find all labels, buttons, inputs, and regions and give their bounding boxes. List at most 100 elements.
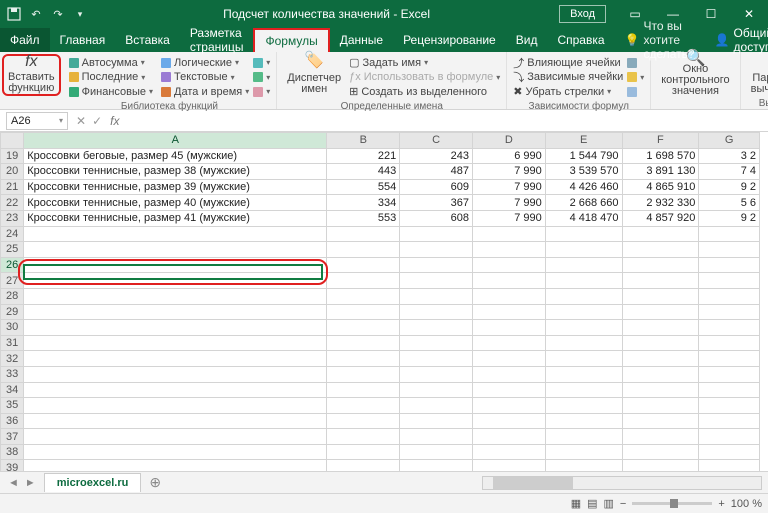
cell[interactable] <box>24 304 327 320</box>
cell[interactable] <box>545 304 622 320</box>
recent-button[interactable]: Последние▾ <box>69 71 153 85</box>
col-header-B[interactable]: B <box>327 133 400 149</box>
tab-page-layout[interactable]: Разметка страницы <box>180 28 254 52</box>
cell[interactable]: 3 2 <box>699 148 760 164</box>
cell[interactable] <box>699 382 760 398</box>
cell[interactable] <box>327 304 400 320</box>
cell[interactable] <box>472 351 545 367</box>
cell[interactable]: Кроссовки теннисные, размер 38 (мужские) <box>24 164 327 180</box>
cell[interactable]: 487 <box>400 164 473 180</box>
row-header[interactable]: 38 <box>1 444 24 460</box>
enter-icon[interactable]: ✓ <box>92 114 102 128</box>
cell[interactable] <box>699 429 760 445</box>
cell[interactable]: 3 539 570 <box>545 164 622 180</box>
tab-home[interactable]: Главная <box>50 28 116 52</box>
cell[interactable]: 7 990 <box>472 179 545 195</box>
financial-button[interactable]: Финансовые▾ <box>69 85 153 99</box>
save-icon[interactable] <box>6 6 22 22</box>
logical-button[interactable]: Логические▾ <box>161 56 249 70</box>
cell[interactable] <box>327 413 400 429</box>
cell[interactable] <box>400 273 473 289</box>
cell[interactable] <box>545 320 622 336</box>
cell[interactable] <box>400 413 473 429</box>
cell[interactable]: 221 <box>327 148 400 164</box>
datetime-button[interactable]: Дата и время▾ <box>161 85 249 99</box>
cell[interactable]: 553 <box>327 210 400 226</box>
cell[interactable] <box>699 288 760 304</box>
row-header[interactable]: 37 <box>1 429 24 445</box>
cell[interactable] <box>24 444 327 460</box>
cell[interactable]: 7 990 <box>472 164 545 180</box>
cell[interactable]: 443 <box>327 164 400 180</box>
cell[interactable] <box>472 335 545 351</box>
cell[interactable] <box>472 273 545 289</box>
cell[interactable]: Кроссовки беговые, размер 45 (мужские) <box>24 148 327 164</box>
cell[interactable] <box>24 288 327 304</box>
cell[interactable] <box>400 288 473 304</box>
close-icon[interactable]: ✕ <box>730 0 768 28</box>
create-from-selection-button[interactable]: ⊞Создать из выделенного <box>349 85 500 99</box>
cell[interactable] <box>699 320 760 336</box>
cell[interactable]: 608 <box>400 210 473 226</box>
cell[interactable] <box>327 273 400 289</box>
cell[interactable] <box>400 320 473 336</box>
row-header[interactable]: 25 <box>1 242 24 258</box>
cell[interactable]: 1 544 790 <box>545 148 622 164</box>
cell[interactable]: 4 865 910 <box>622 179 699 195</box>
cell[interactable] <box>699 413 760 429</box>
row-header[interactable]: 30 <box>1 320 24 336</box>
cell[interactable] <box>24 242 327 258</box>
col-header-C[interactable]: C <box>400 133 473 149</box>
sheet-nav-next-icon[interactable]: ► <box>25 477 36 489</box>
cell[interactable] <box>622 444 699 460</box>
error-checking-button[interactable]: ▾ <box>627 71 644 85</box>
page-layout-view-icon[interactable]: ▤ <box>587 497 597 510</box>
row-header[interactable]: 36 <box>1 413 24 429</box>
cell[interactable] <box>400 398 473 414</box>
row-header[interactable]: 21 <box>1 179 24 195</box>
cell[interactable] <box>327 226 400 242</box>
cell[interactable] <box>545 273 622 289</box>
cell[interactable] <box>545 335 622 351</box>
cell[interactable] <box>327 366 400 382</box>
cell[interactable] <box>472 444 545 460</box>
cell[interactable] <box>327 444 400 460</box>
cell[interactable]: 7 990 <box>472 210 545 226</box>
row-header[interactable]: 33 <box>1 366 24 382</box>
cell[interactable]: 243 <box>400 148 473 164</box>
undo-icon[interactable]: ↶ <box>28 6 44 22</box>
row-header[interactable]: 19 <box>1 148 24 164</box>
trace-precedents-button[interactable]: ⤴Влияющие ячейки <box>513 56 623 70</box>
cell[interactable] <box>622 320 699 336</box>
cell[interactable] <box>699 226 760 242</box>
add-sheet-button[interactable]: ⊕ <box>141 474 169 491</box>
cell[interactable] <box>699 366 760 382</box>
cell[interactable] <box>699 351 760 367</box>
cell[interactable] <box>622 226 699 242</box>
cell[interactable] <box>472 320 545 336</box>
cell[interactable] <box>699 444 760 460</box>
cell[interactable] <box>24 320 327 336</box>
cell[interactable] <box>24 273 327 289</box>
cell[interactable] <box>472 382 545 398</box>
cell[interactable] <box>545 257 622 273</box>
zoom-in-button[interactable]: + <box>718 498 724 510</box>
cell[interactable]: 334 <box>327 195 400 211</box>
cell[interactable] <box>24 382 327 398</box>
cell[interactable] <box>472 413 545 429</box>
cell[interactable] <box>622 304 699 320</box>
sheet-nav-prev-icon[interactable]: ◄ <box>8 477 19 489</box>
cell[interactable] <box>545 226 622 242</box>
cell[interactable] <box>472 257 545 273</box>
login-button[interactable]: Вход <box>559 5 606 23</box>
cell[interactable] <box>400 382 473 398</box>
cancel-icon[interactable]: ✕ <box>76 114 86 128</box>
cell[interactable] <box>699 273 760 289</box>
insert-function-button[interactable]: fx Вставить функцию <box>2 54 61 96</box>
row-header[interactable]: 20 <box>1 164 24 180</box>
cell[interactable] <box>24 335 327 351</box>
cell[interactable] <box>327 335 400 351</box>
evaluate-formula-button[interactable] <box>627 85 644 99</box>
more-fn-button[interactable]: ▾ <box>253 85 270 99</box>
cell[interactable] <box>327 382 400 398</box>
